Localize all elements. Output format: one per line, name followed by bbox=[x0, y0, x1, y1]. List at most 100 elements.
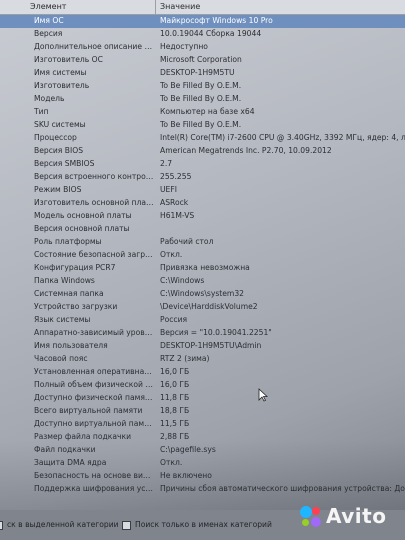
row-element-name: Системная папка bbox=[34, 289, 104, 298]
row-element-name: Защита DMA ядра bbox=[34, 458, 107, 467]
table-row[interactable]: Всего виртуальной памяти 18,8 ГБ bbox=[0, 405, 405, 418]
table-row[interactable]: Системная папка C:\Windows\system32 bbox=[0, 288, 405, 301]
row-element-name: Файл подкачки bbox=[34, 445, 96, 454]
system-info-window: Элемент Значение Имя ОС Майкрософт Window… bbox=[0, 0, 405, 540]
row-element-name: SKU системы bbox=[34, 120, 86, 129]
table-row[interactable]: Имя пользователя DESKTOP-1H9M5TU\Admin bbox=[0, 340, 405, 353]
row-element-name: Версия встроенного контролле... bbox=[34, 172, 154, 181]
row-element-name: Конфигурация PCR7 bbox=[34, 263, 116, 272]
table-row[interactable]: Изготовитель основной платы ASRock bbox=[0, 197, 405, 210]
row-element-name: Язык системы bbox=[34, 315, 91, 324]
row-element-name: Имя системы bbox=[34, 68, 87, 77]
table-row[interactable]: Файл подкачки C:\pagefile.sys bbox=[0, 444, 405, 457]
row-element-value: 2.7 bbox=[160, 159, 173, 168]
row-element-name: Тип bbox=[34, 107, 49, 116]
table-row[interactable]: Устройство загрузки \Device\HarddiskVolum… bbox=[0, 301, 405, 314]
table-row[interactable]: Версия основной платы bbox=[0, 223, 405, 236]
table-row[interactable]: Имя ОС Майкрософт Windows 10 Pro bbox=[0, 15, 405, 28]
table-row[interactable]: Размер файла подкачки 2,88 ГБ bbox=[0, 431, 405, 444]
table-row[interactable]: Версия встроенного контролле... 255.255 bbox=[0, 171, 405, 184]
table-row[interactable]: Безопасность на основе вир... Не включено bbox=[0, 470, 405, 483]
row-element-name: Папка Windows bbox=[34, 276, 95, 285]
row-element-value: Версия = "10.0.19041.2251" bbox=[160, 328, 272, 337]
search-selected-category-option[interactable]: ск в выделенной категории bbox=[0, 520, 119, 530]
table-row[interactable]: Версия BIOS American Megatrends Inc. P2.7… bbox=[0, 145, 405, 158]
row-element-value: Россия bbox=[160, 315, 188, 324]
row-element-value: To Be Filled By O.E.M. bbox=[160, 81, 242, 90]
row-element-value: Майкрософт Windows 10 Pro bbox=[160, 16, 273, 25]
table-row[interactable]: Аппаратно-зависимый уровен... Версия = "1… bbox=[0, 327, 405, 340]
row-element-name: Изготовитель ОС bbox=[34, 55, 103, 64]
row-element-name: Изготовитель bbox=[34, 81, 90, 90]
table-row[interactable]: Доступно физической памяти 11,8 ГБ bbox=[0, 392, 405, 405]
row-element-value: Откл. bbox=[160, 458, 183, 467]
row-element-name: Изготовитель основной платы bbox=[34, 198, 154, 207]
table-row[interactable]: Язык системы Россия bbox=[0, 314, 405, 327]
row-element-value: 10.0.19044 Сборка 19044 bbox=[160, 29, 262, 38]
row-element-name: Доступно физической памяти bbox=[34, 393, 154, 402]
table-row[interactable]: Модель основной платы H61M-VS bbox=[0, 210, 405, 223]
table-row[interactable]: Установленная оперативная п... 16,0 ГБ bbox=[0, 366, 405, 379]
table-row[interactable]: Тип Компьютер на базе x64 bbox=[0, 106, 405, 119]
search-category-names-option[interactable]: Поиск только в именах категорий bbox=[122, 520, 272, 530]
table-row[interactable]: Версия 10.0.19044 Сборка 19044 bbox=[0, 28, 405, 41]
table-row[interactable]: Режим BIOS UEFI bbox=[0, 184, 405, 197]
table-row[interactable]: Роль платформы Рабочий стол bbox=[0, 236, 405, 249]
row-element-value: \Device\HarddiskVolume2 bbox=[160, 302, 258, 311]
table-row[interactable]: Поддержка шифрования устр... Причины сбоя… bbox=[0, 483, 405, 496]
row-element-value: 16,0 ГБ bbox=[160, 367, 190, 376]
avito-watermark: Avito bbox=[300, 500, 405, 530]
row-element-value: 11,8 ГБ bbox=[160, 393, 190, 402]
table-row[interactable]: Состояние безопасной загруз... Откл. bbox=[0, 249, 405, 262]
table-row[interactable]: Конфигурация PCR7 Привязка невозможна bbox=[0, 262, 405, 275]
row-element-value: To Be Filled By O.E.M. bbox=[160, 94, 242, 103]
table-row[interactable]: Имя системы DESKTOP-1H9M5TU bbox=[0, 67, 405, 80]
row-element-value: 18,8 ГБ bbox=[160, 406, 190, 415]
row-element-value: 11,5 ГБ bbox=[160, 419, 190, 428]
row-element-name: Всего виртуальной памяти bbox=[34, 406, 143, 415]
column-separator[interactable] bbox=[155, 0, 156, 14]
row-element-name: Дополнительное описание ОС bbox=[34, 42, 154, 51]
avito-wordmark: Avito bbox=[326, 504, 387, 528]
table-row[interactable]: SKU системы To Be Filled By O.E.M. bbox=[0, 119, 405, 132]
row-element-value: C:\pagefile.sys bbox=[160, 445, 216, 454]
checkbox[interactable] bbox=[122, 520, 131, 530]
row-element-value: To Be Filled By O.E.M. bbox=[160, 120, 242, 129]
table-header[interactable]: Элемент Значение bbox=[0, 0, 405, 15]
row-element-name: Версия BIOS bbox=[34, 146, 84, 155]
row-element-value: DESKTOP-1H9M5TU bbox=[160, 68, 235, 77]
table-row[interactable]: Доступно виртуальной памяти 11,5 ГБ bbox=[0, 418, 405, 431]
row-element-name: Полный объем физической па... bbox=[34, 380, 154, 389]
row-element-value: ASRock bbox=[160, 198, 189, 207]
table-row[interactable]: Изготовитель To Be Filled By O.E.M. bbox=[0, 80, 405, 93]
row-element-name: Имя ОС bbox=[34, 16, 64, 25]
row-element-value: Компьютер на базе x64 bbox=[160, 107, 255, 116]
table-row[interactable]: Модель To Be Filled By O.E.M. bbox=[0, 93, 405, 106]
table-row[interactable]: Полный объем физической па... 16,0 ГБ bbox=[0, 379, 405, 392]
row-element-name: Доступно виртуальной памяти bbox=[34, 419, 154, 428]
row-element-name: Модель bbox=[34, 94, 65, 103]
row-element-name: Версия SMBIOS bbox=[34, 159, 95, 168]
row-element-value: Рабочий стол bbox=[160, 237, 214, 246]
avito-logo-icon bbox=[300, 506, 322, 528]
checkbox[interactable] bbox=[0, 520, 3, 530]
table-row[interactable]: Процессор Intel(R) Core(TM) i7-2600 CPU @… bbox=[0, 132, 405, 145]
row-element-name: Часовой пояс bbox=[34, 354, 88, 363]
row-element-value: UEFI bbox=[160, 185, 177, 194]
row-element-value: Привязка невозможна bbox=[160, 263, 250, 272]
row-element-name: Роль платформы bbox=[34, 237, 102, 246]
column-header-element[interactable]: Элемент bbox=[30, 2, 66, 11]
row-element-name: Процессор bbox=[34, 133, 77, 142]
table-row[interactable]: Часовой пояс RTZ 2 (зима) bbox=[0, 353, 405, 366]
column-header-value[interactable]: Значение bbox=[160, 2, 200, 11]
row-element-name: Имя пользователя bbox=[34, 341, 108, 350]
row-element-name: Аппаратно-зависимый уровен... bbox=[34, 328, 154, 337]
row-element-value: Недоступно bbox=[160, 42, 208, 51]
table-row[interactable]: Дополнительное описание ОС Недоступно bbox=[0, 41, 405, 54]
table-row[interactable]: Версия SMBIOS 2.7 bbox=[0, 158, 405, 171]
table-row[interactable]: Изготовитель ОС Microsoft Corporation bbox=[0, 54, 405, 67]
table-row[interactable]: Папка Windows C:\Windows bbox=[0, 275, 405, 288]
table-row[interactable]: Защита DMA ядра Откл. bbox=[0, 457, 405, 470]
row-element-name: Установленная оперативная п... bbox=[34, 367, 154, 376]
row-element-name: Режим BIOS bbox=[34, 185, 82, 194]
